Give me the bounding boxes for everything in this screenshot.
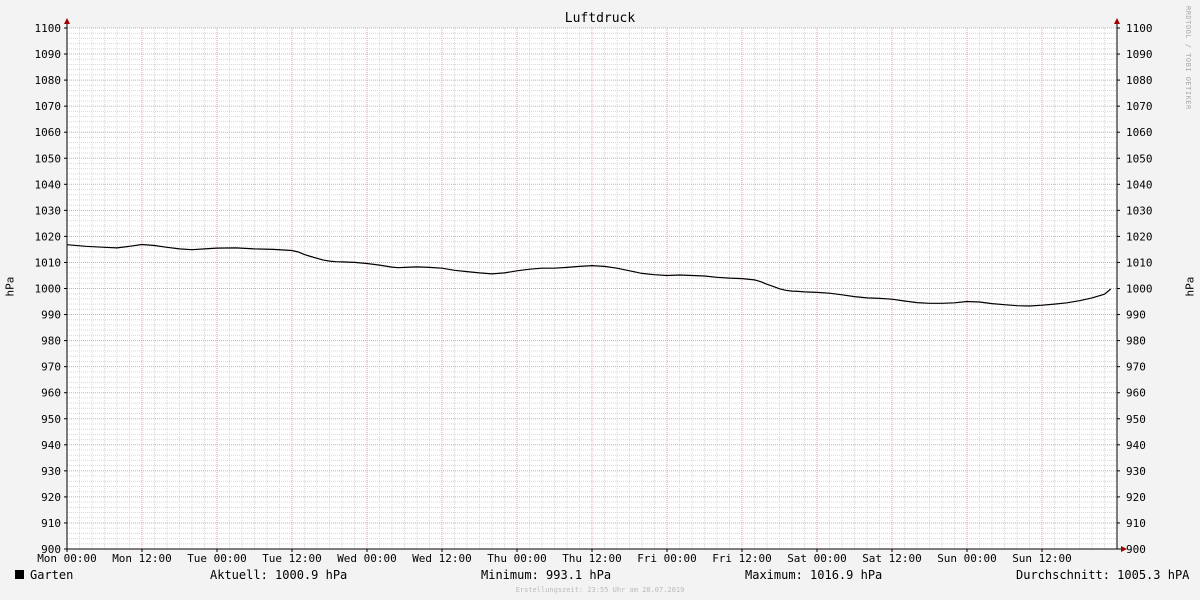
y-tick-label-right: 970 [1126,361,1146,374]
y-tick-label-right: 1090 [1126,48,1153,61]
y-tick-label-left: 1090 [35,48,62,61]
x-tick-label: Fri 00:00 [637,552,697,565]
x-tick-label: Thu 12:00 [562,552,622,565]
y-tick-label-left: 1070 [35,100,62,113]
y-axis-arrow-right [1114,18,1120,24]
y-tick-labels-right: 900 910 920 930 940 950 960 970 980 990 1000 1010 10… [1126,22,1153,556]
x-tick-label: Sun 00:00 [937,552,997,565]
y-tick-label-left: 930 [41,465,61,478]
y-tick-label-right: 940 [1126,439,1146,452]
y-tick-label-right: 960 [1126,387,1146,400]
y-tick-label-left: 1000 [35,283,62,296]
y-tick-label-right: 950 [1126,413,1146,426]
y-tick-label-right: 920 [1126,491,1146,504]
x-tick-label: Sun 12:00 [1012,552,1072,565]
y-tick-label-left: 970 [41,361,61,374]
x-tick-label: Thu 00:00 [487,552,547,565]
y-tick-labels-left: 9009109209309409509609709809901000101010… [35,22,62,556]
y-tick-label-left: 960 [41,387,61,400]
y-tick-label-left: 1080 [35,74,62,87]
x-tick-label: Tue 00:00 [187,552,247,565]
x-tick-label: Mon 12:00 [112,552,172,565]
y-tick-label-left: 910 [41,517,61,530]
y-tick-label-left: 990 [41,309,61,322]
legend-aktuell: Aktuell: 1000.9 hPa [210,568,348,582]
y-tick-label-right: 1040 [1126,178,1153,191]
x-tick-label: Sat 12:00 [862,552,922,565]
y-axis-arrow-left [64,18,70,24]
y-tick-label-right: 1100 [1126,22,1153,35]
legend-series-name: Garten [30,568,74,582]
y-tick-label-left: 1030 [35,204,62,217]
chart-canvas: 900 910 920 930 940 950 960 970 980 990 1000 1010 10… [35,18,1153,565]
x-tick-label: Mon 00:00 [37,552,97,565]
x-tick-label: Wed 00:00 [337,552,397,565]
y-tick-label-right: 1050 [1126,152,1153,165]
y-tick-label-left: 1100 [35,22,62,35]
chart-root: Luftdruck hPa hPa RRDTOOL / TOBI OETIKER… [0,0,1200,600]
y-tick-label-left: 920 [41,491,61,504]
y-tick-label-right: 1020 [1126,230,1153,243]
y-tick-label-left: 980 [41,335,61,348]
y-tick-label-right: 1070 [1126,100,1153,113]
y-tick-label-right: 1030 [1126,204,1153,217]
y-tick-label-right: 910 [1126,517,1146,530]
y-tick-label-right: 1000 [1126,283,1153,296]
y-tick-label-left: 940 [41,439,61,452]
legend-minimum: Minimum: 993.1 hPa [481,568,612,582]
y-tick-label-right: 1010 [1126,256,1153,269]
y-tick-label-right: 990 [1126,309,1146,322]
y-tick-label-right: 980 [1126,335,1146,348]
y-tick-label-right: 1080 [1126,74,1153,87]
y-tick-label-left: 1050 [35,152,62,165]
footer-timestamp: Erstellungszeit: 23:55 Uhr am 28.07.2019 [515,586,685,594]
y-tick-label-left: 1010 [35,256,62,269]
x-tick-label: Sat 00:00 [787,552,847,565]
y-tick-label-right: 930 [1126,465,1146,478]
y-tick-label-left: 1040 [35,178,62,191]
y-tick-label-left: 1020 [35,230,62,243]
x-tick-label: Fri 12:00 [712,552,772,565]
x-tick-label: Tue 12:00 [262,552,322,565]
y-tick-label-left: 950 [41,413,61,426]
y-tick-label-right: 900 [1126,543,1146,556]
legend-swatch [15,570,24,579]
legend-maximum: Maximum: 1016.9 hPa [745,568,883,582]
x-tick-labels: Mon 00:00 Mon 12:00 Tue 00:00 Tue 12:00 Wed … [37,552,1072,565]
y-tick-label-right: 1060 [1126,126,1153,139]
y-tick-label-left: 1060 [35,126,62,139]
x-tick-label: Wed 12:00 [412,552,472,565]
legend-durchschnitt: Durchschnitt: 1005.3 hPA [1016,568,1190,582]
